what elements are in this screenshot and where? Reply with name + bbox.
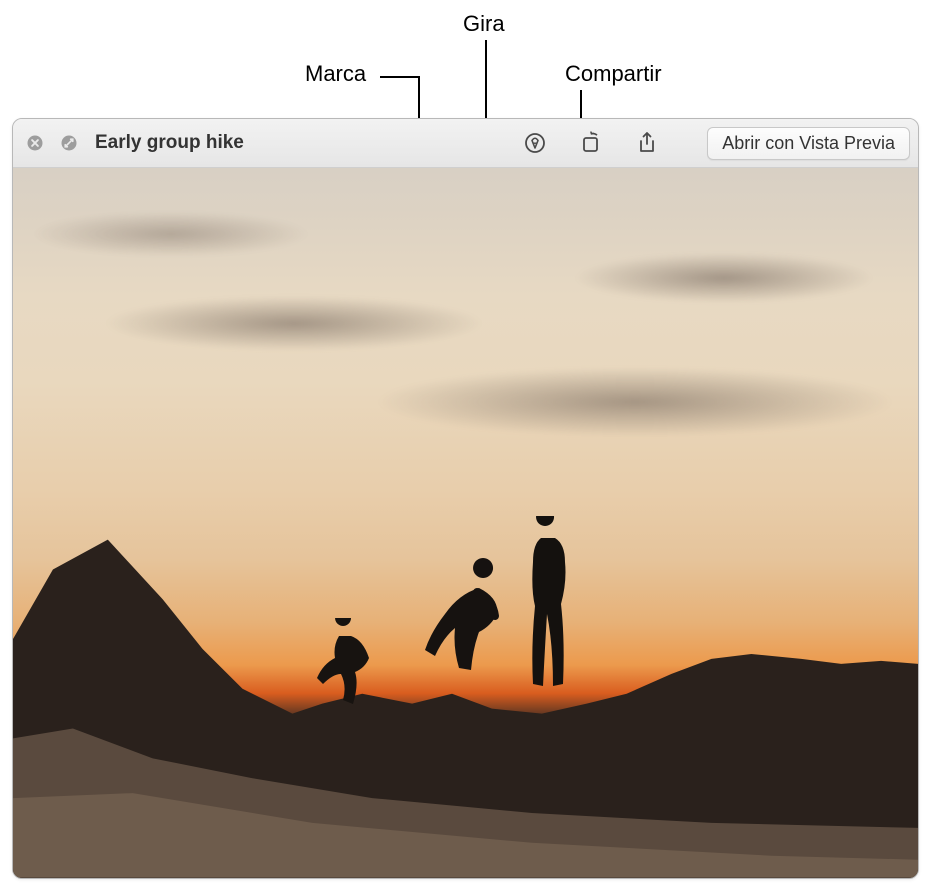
share-button[interactable] — [633, 129, 661, 157]
callout-rotate-label: Gira — [463, 11, 505, 37]
window-title: Early group hike — [95, 132, 244, 154]
callouts-layer: Marca Gira Compartir — [0, 0, 931, 130]
callout-markup-label: Marca — [305, 61, 366, 87]
markup-button[interactable] — [521, 129, 549, 157]
photo-cloud — [104, 296, 484, 351]
fullscreen-button[interactable] — [55, 129, 83, 157]
callout-share-label: Compartir — [565, 61, 662, 87]
callout-markup-line-h — [380, 76, 418, 78]
image-preview — [13, 168, 918, 878]
quicklook-window: Early group hike — [12, 118, 919, 879]
photo-cloud — [31, 211, 311, 257]
expand-diagonal-icon — [59, 133, 79, 153]
open-with-preview-button[interactable]: Abrir con Vista Previa — [707, 127, 910, 160]
callout-rotate-line-v — [485, 40, 487, 128]
photo-cloud — [574, 253, 874, 303]
titlebar: Early group hike — [13, 119, 918, 168]
rotate-left-icon — [579, 131, 603, 155]
photo-cloud — [375, 367, 895, 437]
photo-figure-standing — [515, 516, 575, 706]
close-button[interactable] — [21, 129, 49, 157]
photo-figure-crouching — [401, 558, 511, 688]
close-icon — [25, 133, 45, 153]
toolbar-right: Abrir con Vista Previa — [521, 127, 910, 160]
photo-figure-sitting — [309, 618, 379, 713]
rotate-button[interactable] — [577, 129, 605, 157]
markup-icon — [523, 131, 547, 155]
share-icon — [635, 131, 659, 155]
